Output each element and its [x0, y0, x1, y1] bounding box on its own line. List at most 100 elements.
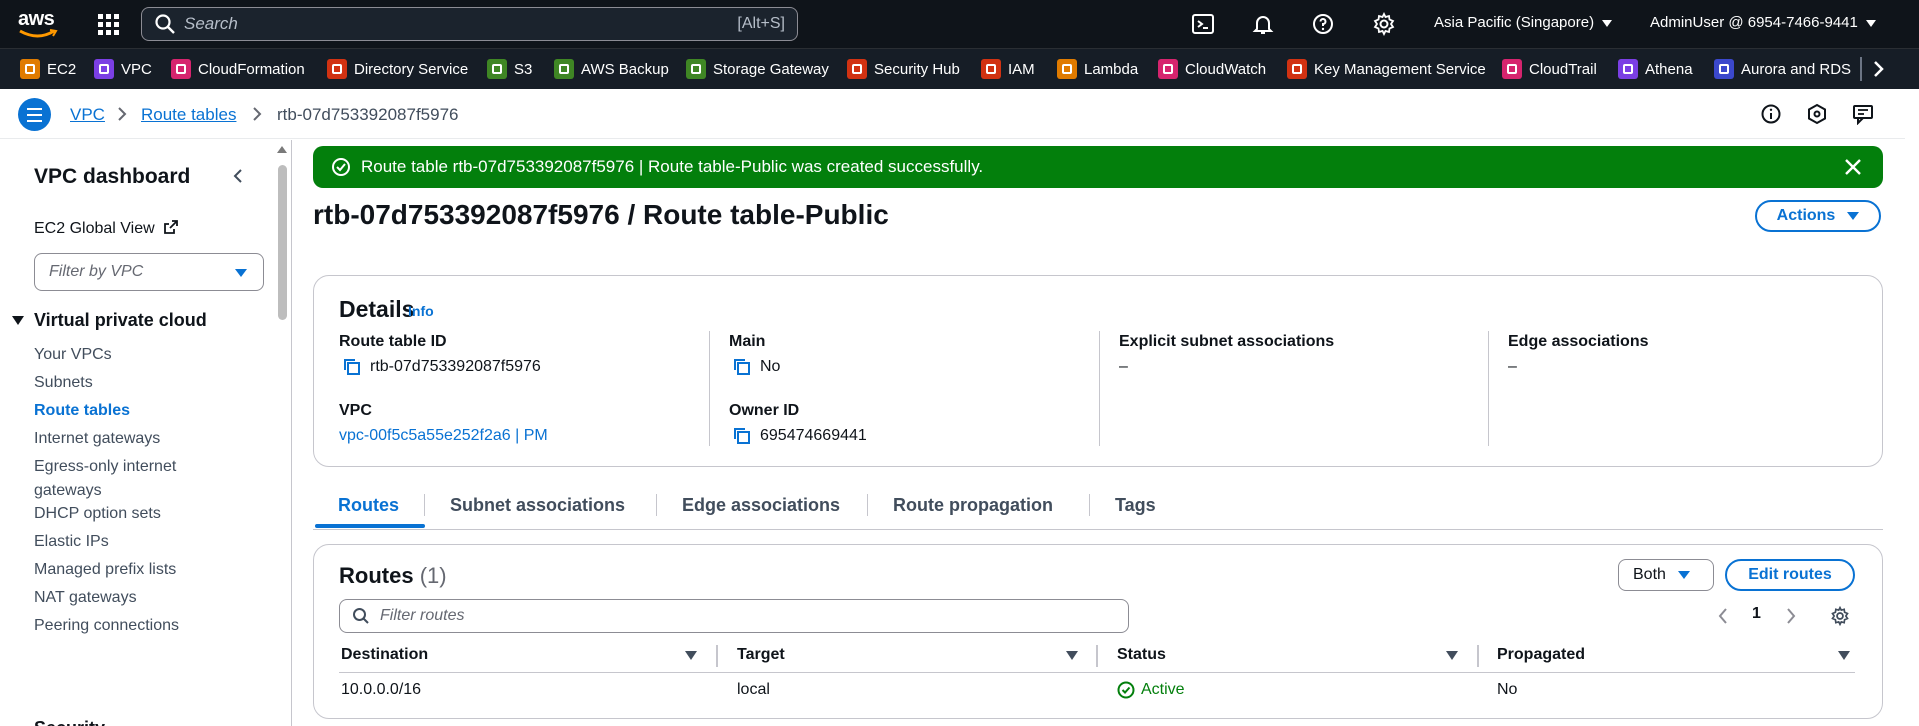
cell-status: Active — [1117, 681, 1185, 699]
favorite-security-hub[interactable]: Security Hub — [847, 59, 960, 79]
copy-icon[interactable] — [733, 358, 751, 376]
notifications-bell-icon[interactable] — [1251, 12, 1275, 36]
athena-icon — [1618, 59, 1638, 79]
sidebar-section-security[interactable]: Security — [34, 716, 234, 726]
routes-panel: Routes (1) Both Edit routes Filter route… — [313, 544, 1883, 719]
aws-logo[interactable]: aws — [18, 9, 60, 39]
column-divider — [1099, 331, 1100, 446]
copy-icon[interactable] — [733, 427, 751, 445]
account-menu[interactable]: AdminUser @ 6954-7466-9441 — [1650, 14, 1876, 31]
sort-caret-icon[interactable] — [1838, 651, 1850, 660]
preferences-gear-icon[interactable] — [1830, 606, 1850, 626]
region-selector[interactable]: Asia Pacific (Singapore) — [1434, 14, 1613, 31]
edge-associations-value: – — [1508, 358, 1517, 375]
tab-routes[interactable]: Routes — [338, 495, 399, 516]
favorite-cloudformation[interactable]: CloudFormation — [171, 59, 305, 79]
tab-divider — [656, 494, 657, 516]
flash-message: Route table rtb-07d753392087f5976 | Rout… — [361, 157, 984, 176]
sidebar-item-your-vpcs[interactable]: Your VPCs — [34, 343, 234, 367]
favorite-key-management-service[interactable]: Key Management Service — [1287, 59, 1486, 79]
vpc-filter-select[interactable]: Filter by VPC — [34, 253, 264, 291]
column-header-destination[interactable]: Destination — [341, 646, 428, 664]
favorites-scroll-right-icon[interactable] — [1866, 57, 1890, 81]
feedback-icon[interactable] — [1852, 103, 1874, 125]
sidebar-item-peering-connections[interactable]: Peering connections — [34, 614, 234, 638]
route-filter-both-select[interactable]: Both — [1618, 559, 1714, 591]
sidebar-item-internet-gateways[interactable]: Internet gateways — [34, 427, 234, 451]
details-info-link[interactable]: Info — [408, 303, 434, 319]
favorite-storage-gateway[interactable]: Storage Gateway — [686, 59, 829, 79]
storage-gateway-icon — [686, 59, 706, 79]
favorite-ec2[interactable]: EC2 — [20, 59, 76, 79]
previous-page-icon[interactable] — [1717, 607, 1729, 625]
sort-caret-icon[interactable] — [685, 651, 697, 660]
sidebar-scroll-up-icon[interactable] — [277, 146, 287, 153]
column-header-status[interactable]: Status — [1117, 646, 1166, 664]
tab-divider — [1089, 494, 1090, 516]
tab-subnet-associations[interactable]: Subnet associations — [450, 495, 625, 516]
column-resizer[interactable] — [1096, 645, 1098, 667]
favorite-directory-service[interactable]: Directory Service — [327, 59, 468, 79]
filter-routes-placeholder: Filter routes — [380, 607, 465, 624]
sort-caret-icon[interactable] — [1446, 651, 1458, 660]
page-title: rtb-07d753392087f5976 / Route table-Publ… — [313, 199, 889, 230]
actions-button[interactable]: Actions — [1755, 200, 1881, 232]
sort-caret-icon[interactable] — [1066, 651, 1078, 660]
favorite-aws-backup[interactable]: AWS Backup — [554, 59, 669, 79]
dismiss-close-icon[interactable] — [1843, 157, 1863, 177]
sidebar-item-nat-gateways[interactable]: NAT gateways — [34, 586, 234, 610]
tutorial-panel-icon[interactable] — [1806, 103, 1828, 125]
collapse-sidebar-icon[interactable] — [230, 168, 246, 184]
global-search[interactable]: [Alt+S] — [141, 7, 798, 41]
tab-tags[interactable]: Tags — [1115, 495, 1156, 516]
sidebar-scrollbar-thumb[interactable] — [278, 165, 287, 320]
favorite-vpc[interactable]: VPC — [94, 59, 152, 79]
tab-edge-associations[interactable]: Edge associations — [682, 495, 840, 516]
tab-route-propagation[interactable]: Route propagation — [893, 495, 1053, 516]
main-value: No — [733, 358, 780, 376]
column-resizer[interactable] — [716, 645, 718, 667]
column-resizer[interactable] — [1477, 645, 1479, 667]
help-icon[interactable] — [1311, 12, 1335, 36]
sidebar-item-egress-only-internet-gateways[interactable]: Egress-only internet gateways — [34, 455, 194, 503]
breadcrumb-vpc[interactable]: VPC — [70, 105, 105, 125]
sidebar-section-virtual-private-cloud[interactable]: Virtual private cloud — [12, 310, 207, 331]
sidebar-item-managed-prefix-lists[interactable]: Managed prefix lists — [34, 558, 234, 582]
breadcrumb-route-tables[interactable]: Route tables — [141, 105, 236, 125]
search-input[interactable] — [184, 14, 704, 34]
next-page-icon[interactable] — [1785, 607, 1797, 625]
favorite-iam[interactable]: IAM — [981, 59, 1035, 79]
favorite-lambda[interactable]: Lambda — [1057, 59, 1138, 79]
sidebar-item-subnets[interactable]: Subnets — [34, 371, 234, 395]
details-panel: Details Info Route table ID rtb-07d75339… — [313, 275, 1883, 467]
edit-routes-button[interactable]: Edit routes — [1725, 559, 1855, 591]
settings-gear-icon[interactable] — [1372, 12, 1396, 36]
favorite-aurora-rds[interactable]: Aurora and RDS — [1714, 59, 1851, 79]
vpc-label: VPC — [339, 402, 372, 419]
apps-grid-icon[interactable] — [96, 12, 120, 36]
copy-icon[interactable] — [343, 358, 361, 376]
favorite-cloudtrail[interactable]: CloudTrail — [1502, 59, 1597, 79]
info-icon[interactable] — [1760, 103, 1782, 125]
sidebar-item-route-tables[interactable]: Route tables — [34, 399, 234, 423]
sidebar-item-ec2-global-view[interactable]: EC2 Global View — [34, 219, 179, 238]
current-page-number[interactable]: 1 — [1752, 605, 1761, 623]
cloudshell-icon[interactable] — [1191, 12, 1215, 36]
top-navigation: aws [Alt+S] Asia Pacific (Singapore) Adm… — [0, 0, 1919, 48]
sidebar-item-elastic-ips[interactable]: Elastic IPs — [34, 530, 234, 554]
favorite-cloudwatch[interactable]: CloudWatch — [1158, 59, 1266, 79]
vpc-link[interactable]: vpc-00f5c5a55e252f2a6 | PM — [339, 427, 548, 445]
column-header-propagated[interactable]: Propagated — [1497, 646, 1585, 664]
region-label: Asia Pacific (Singapore) — [1434, 14, 1595, 31]
favorite-s3[interactable]: S3 — [487, 59, 532, 79]
side-navigation: VPC dashboard EC2 Global View Filter by … — [0, 140, 292, 726]
side-nav-toggle-button[interactable] — [18, 98, 51, 131]
filter-routes-input[interactable]: Filter routes — [339, 599, 1129, 633]
cloudwatch-icon — [1158, 59, 1178, 79]
directory-service-icon — [327, 59, 347, 79]
sidebar-title[interactable]: VPC dashboard — [34, 165, 190, 189]
sidebar-item-dhcp-option-sets[interactable]: DHCP option sets — [34, 502, 234, 526]
explicit-subnet-associations-label: Explicit subnet associations — [1119, 333, 1335, 350]
favorite-athena[interactable]: Athena — [1618, 59, 1693, 79]
column-header-target[interactable]: Target — [737, 646, 785, 664]
